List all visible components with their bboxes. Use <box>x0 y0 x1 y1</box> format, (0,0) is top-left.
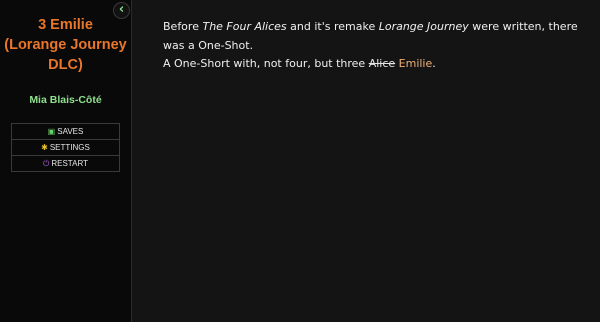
story-title-line-1: 3 Emilie <box>38 17 93 33</box>
saves-label: SAVES <box>57 127 84 136</box>
passage-paragraph-2: A One-Short with, not four, but three Al… <box>163 55 578 74</box>
passage-text: Before <box>163 20 203 33</box>
story-title-line-3: DLC) <box>48 57 83 73</box>
passage-text: A One-Short with, not four, but three <box>163 57 369 70</box>
power-icon: ⏻ <box>43 159 50 168</box>
saves-button[interactable]: ▣ SAVES <box>11 123 120 140</box>
settings-button[interactable]: ✱ SETTINGS <box>11 139 120 156</box>
struck-word-alice: Alice <box>368 57 396 70</box>
restart-label: RESTART <box>51 159 88 168</box>
passage-text: and it's remake <box>286 20 379 33</box>
sidebar: ‹ 3 Emilie (Lorange Journey DLC) Mia Bla… <box>0 0 132 322</box>
story-author: Mia Blais-Côté <box>29 94 102 106</box>
book-title-lorange-journey: Lorange Journey <box>378 20 469 33</box>
story-title: 3 Emilie (Lorange Journey DLC) <box>0 15 131 75</box>
story-passage: Before The Four Alices and it's remake L… <box>163 18 578 74</box>
restart-button[interactable]: ⏻ RESTART <box>11 155 120 172</box>
book-title-four-alices: The Four Alices <box>202 20 287 33</box>
story-title-line-2: (Lorange Journey <box>4 37 127 53</box>
passage-text: . <box>432 57 436 70</box>
emilie-link[interactable]: Emilie <box>399 57 433 70</box>
settings-label: SETTINGS <box>49 143 90 152</box>
gear-icon: ✱ <box>41 143 48 152</box>
save-icon: ▣ <box>47 127 56 136</box>
passage-paragraph-1: Before The Four Alices and it's remake L… <box>163 18 578 55</box>
sidebar-menu: ▣ SAVES ✱ SETTINGS ⏻ RESTART <box>11 123 120 172</box>
